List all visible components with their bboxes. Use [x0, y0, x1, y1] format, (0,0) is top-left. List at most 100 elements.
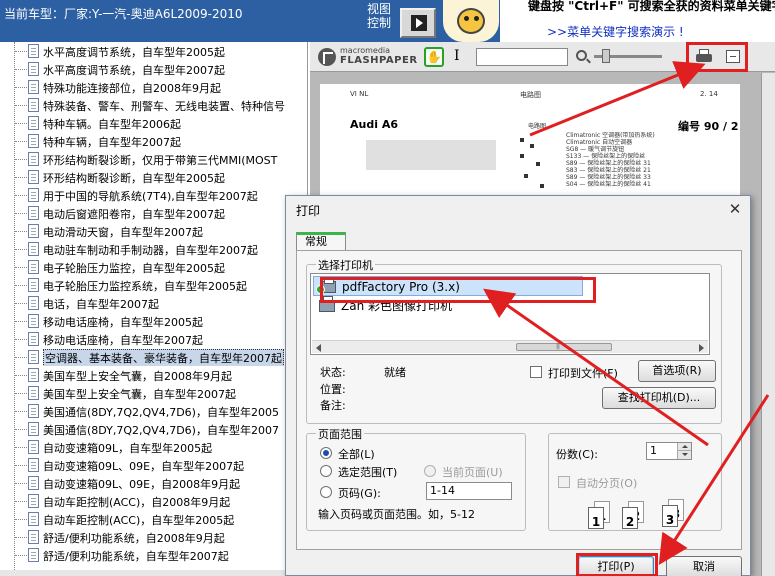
- range-pages-radio[interactable]: [320, 486, 332, 498]
- sidebar-horizontal-scrollbar[interactable]: [0, 570, 300, 576]
- search-demo-link[interactable]: >>菜单关键字搜索演示 !: [547, 23, 684, 40]
- legend-line: S83 — 保险丝架上的保险丝 21: [566, 167, 651, 174]
- document-icon: [28, 98, 39, 112]
- hand-tool-icon[interactable]: ✋: [424, 47, 444, 67]
- list-item[interactable]: 美国通信(8DY,7Q2,QV4,7D6)，自车型年2005: [0, 402, 300, 420]
- list-item[interactable]: 水平高度调节系统，自车型年2005起: [0, 42, 300, 60]
- mascot-icon: [443, 0, 499, 42]
- range-all-label: 全部(L): [338, 448, 375, 461]
- flashpaper-brand: macromedia FLASHPAPER: [340, 46, 418, 66]
- list-item[interactable]: 舒适/便利功能系统，自车型年2007起: [0, 546, 300, 564]
- legend-line: SG8 — 暖气调节旋钮: [566, 146, 625, 153]
- list-item[interactable]: 自动变速箱09L，自车型年2005起: [0, 438, 300, 456]
- document-icon: [28, 44, 39, 58]
- sidebar-tree: 水平高度调节系统，自车型年2005起 水平高度调节系统，自车型年2007起 特殊功能…: [0, 42, 308, 576]
- list-item-label: 电子轮胎压力监控系统，自车型年2005起: [43, 280, 247, 293]
- list-item[interactable]: 移动电话座椅，自车型年2005起: [0, 312, 300, 330]
- list-item-label: 自动车距控制(ACC)，自车型年2005起: [43, 514, 235, 527]
- scroll-left-icon[interactable]: [316, 344, 321, 352]
- cancel-button[interactable]: 取消: [666, 556, 742, 576]
- list-item[interactable]: 自动车距控制(ACC)，自2008年9月起: [0, 492, 300, 510]
- tip-banner: 键盘按 "Ctrl+F" 可搜索全获的资料菜单关键字! >>菜单关键字搜索演示 …: [500, 0, 775, 42]
- list-item[interactable]: 自动变速箱09L、09E，自2008年9月起: [0, 474, 300, 492]
- diagram-symbols: [516, 134, 556, 194]
- print-dialog: 打印 ✕ 常规 选择打印机 pdfFactory Pro (3.x) Zan 彩…: [285, 195, 751, 576]
- copies-spinner[interactable]: 1: [646, 442, 692, 460]
- collate-page-icon: 3: [662, 505, 678, 527]
- legend-line: S04 — 保险丝架上的保险丝 41: [566, 181, 651, 188]
- view-control-label-line1: 视图: [366, 2, 391, 16]
- list-item[interactable]: 特殊装备、警车、刑警车、无线电装置、特种信号: [0, 96, 300, 114]
- dialog-title: 打印: [296, 204, 321, 218]
- list-item[interactable]: 美国车型上安全气囊，自2008年9月起: [0, 366, 300, 384]
- list-item[interactable]: 特种车辆，自车型年2007起: [0, 132, 300, 150]
- list-item[interactable]: 电子轮胎压力监控系统，自车型年2005起: [0, 276, 300, 294]
- page-legend-lines: Climatronic 空调器(带加热系统) Climatronic 自动空调器 S…: [566, 132, 736, 188]
- list-item[interactable]: 特殊功能连接部位，自2008年9月起: [0, 78, 300, 96]
- list-item-label: 空调器、基本装备、豪华装备，自车型年2007起: [43, 349, 284, 366]
- pages-input[interactable]: 1-14: [426, 482, 512, 500]
- zoom-slider-thumb[interactable]: [602, 49, 610, 63]
- range-selection-label: 选定范围(T): [338, 466, 398, 479]
- range-all-radio[interactable]: [320, 447, 332, 459]
- list-item[interactable]: 自动变速箱09L、09E，自车型年2007起: [0, 456, 300, 474]
- document-icon: [28, 152, 39, 166]
- spin-down-icon[interactable]: [677, 451, 691, 459]
- list-item[interactable]: 环形结构断裂诊断，自车型年2005起: [0, 168, 300, 186]
- list-item[interactable]: 环形结构断裂诊断，仅用于带第三代MMI(MOST: [0, 150, 300, 168]
- list-item[interactable]: 空调器、基本装备、豪华装备，自车型年2007起: [0, 348, 300, 366]
- list-item[interactable]: 电动驻车制动和手制动器，自车型年2007起: [0, 240, 300, 258]
- print-to-file-checkbox[interactable]: [530, 366, 542, 378]
- document-icon: [28, 188, 39, 202]
- list-item-label: 美国通信(8DY,7Q2,QV4,7D6)，自车型年2005: [43, 406, 279, 419]
- document-icon: [28, 80, 39, 94]
- list-item[interactable]: 美国车型上安全气囊，自车型年2007起: [0, 384, 300, 402]
- list-item[interactable]: 电子轮胎压力监控，自车型年2005起: [0, 258, 300, 276]
- list-item[interactable]: 舒适/便利功能系统，自2008年9月起: [0, 528, 300, 546]
- scrollbar-thumb[interactable]: [516, 343, 612, 351]
- print-icon[interactable]: [694, 48, 714, 66]
- document-icon: [28, 260, 39, 274]
- range-pages-label: 页码(G):: [338, 487, 381, 500]
- list-item-label: 电子轮胎压力监控，自车型年2005起: [43, 262, 225, 275]
- document-icon: [28, 134, 39, 148]
- close-icon[interactable]: ✕: [726, 200, 744, 218]
- list-item[interactable]: 特种车辆。自车型年2006起: [0, 114, 300, 132]
- text-select-tool-icon[interactable]: I: [454, 48, 460, 64]
- scrollbar-grip: |||: [556, 343, 560, 350]
- list-item[interactable]: 电动滑动天窗，自车型年2007起: [0, 222, 300, 240]
- page-view-icon[interactable]: [726, 50, 740, 63]
- list-item[interactable]: 水平高度调节系统，自车型年2007起: [0, 60, 300, 78]
- printer-list-scrollbar[interactable]: |||: [312, 340, 708, 353]
- document-icon: [28, 170, 39, 184]
- document-icon: [28, 116, 39, 130]
- list-item[interactable]: 移动电话座椅，自车型年2007起: [0, 330, 300, 348]
- print-to-file-label: 打印到文件(F): [548, 367, 618, 380]
- list-item[interactable]: 电动后窗遮阳卷帘，自车型年2007起: [0, 204, 300, 222]
- copies-value[interactable]: 1: [650, 444, 657, 457]
- search-icon[interactable]: [576, 50, 587, 61]
- document-icon: [28, 548, 39, 562]
- document-icon: [28, 242, 39, 256]
- document-icon: [28, 476, 39, 490]
- scroll-right-icon[interactable]: [699, 344, 704, 352]
- view-toggle-button[interactable]: [400, 8, 436, 38]
- page-car-title: Audi A6: [350, 118, 398, 131]
- list-item[interactable]: 用于中国的导航系统(7T4),自车型年2007起: [0, 186, 300, 204]
- range-selection-radio[interactable]: [320, 465, 332, 477]
- list-item-label: 水平高度调节系统，自车型年2005起: [43, 46, 225, 59]
- list-item-label: 移动电话座椅，自车型年2007起: [43, 334, 203, 347]
- spin-up-icon[interactable]: [677, 443, 691, 451]
- viewer-search-input[interactable]: [476, 48, 568, 66]
- list-item-label: 特殊装备、警车、刑警车、无线电装置、特种信号: [43, 100, 285, 113]
- list-item[interactable]: 电话，自车型年2007起: [0, 294, 300, 312]
- tab-general[interactable]: 常规: [296, 232, 346, 250]
- comment-label: 备注:: [320, 399, 346, 412]
- list-item[interactable]: 美国通信(8DY,7Q2,QV4,7D6)，自车型年2007: [0, 420, 300, 438]
- find-printer-button[interactable]: 查找打印机(D)...: [602, 387, 716, 409]
- list-item[interactable]: 自动车距控制(ACC)，自车型年2005起: [0, 510, 300, 528]
- viewer-vertical-scrollbar[interactable]: [761, 73, 775, 576]
- current-car-model: 当前车型：厂家:Y-一汽-奥迪A6L2009-2010: [4, 7, 243, 21]
- preferences-button[interactable]: 首选项(R): [638, 360, 716, 382]
- document-icon: [28, 368, 39, 382]
